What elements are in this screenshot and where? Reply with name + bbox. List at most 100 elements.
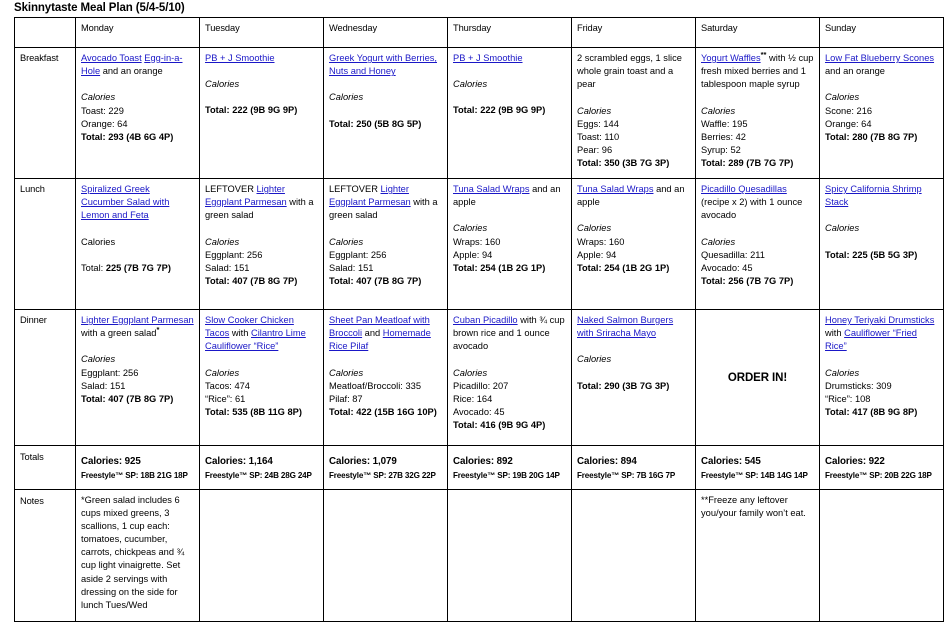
table-row-notes: Notes *Green salad includes 6 cups mixed… [14, 489, 944, 622]
calorie-total: Total: 290 (3B 7G 3P) [577, 380, 670, 391]
recipe-link[interactable]: Cuban Picadillo [453, 315, 518, 325]
cell-notes-thursday [447, 489, 572, 622]
calorie-item: Avocado: 45 [701, 263, 753, 274]
calorie-item: Meatloaf/Broccoli: 335 [329, 380, 421, 391]
total-smartpoints: Freestyle™ SP: 27B 32G 22P [329, 471, 436, 481]
cell-breakfast-thursday: PB + J Smoothie Calories Total: 222 (9B … [447, 47, 572, 179]
cell-totals-friday: Calories: 894 Freestyle™ SP: 7B 16G 7P [571, 445, 696, 490]
calorie-total: Total: 254 (1B 2G 1P) [577, 263, 670, 274]
recipe-link[interactable]: Lighter Eggplant Parmesan [81, 315, 194, 325]
calorie-total: Total: 222 (9B 9G 9P) [205, 105, 298, 116]
cell-notes-tuesday [199, 489, 324, 622]
recipe-link[interactable]: Spiralized Greek Cucumber Salad with Lem… [81, 184, 169, 220]
cell-text: with a green salad [81, 328, 157, 339]
calories-header: Calories [453, 367, 488, 378]
cell-breakfast-wednesday: Greek Yogurt with Berries, Nuts and Hone… [323, 47, 448, 179]
cell-totals-wednesday: Calories: 1,079 Freestyle™ SP: 27B 32G 2… [323, 445, 448, 490]
table-row-totals: Totals Calories: 925 Freestyle™ SP: 18B … [14, 445, 944, 490]
calorie-item: Pear: 96 [577, 145, 613, 156]
recipe-link[interactable]: Picadillo Quesadillas [701, 184, 787, 194]
recipe-link[interactable]: Avocado Toast [81, 53, 142, 63]
cell-dinner-saturday: ORDER IN! [695, 309, 820, 446]
calorie-total: Total: 222 (9B 9G 9P) [453, 105, 546, 116]
recipe-link[interactable]: Yogurt Waffles [701, 53, 761, 63]
row-label-breakfast: Breakfast [14, 47, 76, 179]
calorie-item: Wraps: 160 [453, 236, 501, 247]
calorie-item: Waffle: 195 [701, 118, 748, 129]
cell-dinner-tuesday: Slow Cooker Chicken Tacos with Cilantro … [199, 309, 324, 446]
column-header-monday: Monday [75, 17, 200, 48]
column-header-thursday: Thursday [447, 17, 572, 48]
calorie-item: Salad: 151 [205, 263, 250, 274]
cell-totals-sunday: Calories: 922 Freestyle™ SP: 20B 22G 18P [819, 445, 944, 490]
calories-header: Calories [701, 105, 736, 116]
footnote-marker: * [156, 325, 160, 335]
recipe-link[interactable]: PB + J Smoothie [205, 53, 275, 63]
calorie-item: Pilaf: 87 [329, 394, 363, 405]
row-label-totals: Totals [14, 445, 76, 490]
total-smartpoints: Freestyle™ SP: 19B 20G 14P [453, 471, 560, 481]
calorie-total: Total: 417 (8B 9G 8P) [825, 407, 918, 418]
calorie-item: Picadillo: 207 [453, 380, 509, 391]
cell-text: with [229, 328, 251, 339]
page-title: Skinnytaste Meal Plan (5/4-5/10) [14, 2, 185, 14]
calorie-item: Eggplant: 256 [329, 249, 387, 260]
cell-lunch-thursday: Tuna Salad Wraps and an apple Calories W… [447, 178, 572, 310]
total-smartpoints: Freestyle™ SP: 20B 22G 18P [825, 471, 932, 481]
recipe-link[interactable]: PB + J Smoothie [453, 53, 523, 63]
recipe-link[interactable]: Honey Teriyaki Drumsticks [825, 315, 934, 325]
cell-totals-tuesday: Calories: 1,164 Freestyle™ SP: 24B 28G 2… [199, 445, 324, 490]
row-label-dinner: Dinner [14, 309, 76, 446]
recipe-link[interactable]: Naked Salmon Burgers with Sriracha Mayo [577, 315, 673, 338]
calorie-item: Apple: 94 [453, 249, 493, 260]
cell-text: LEFTOVER [205, 184, 257, 194]
calorie-item: Orange: 64 [81, 118, 128, 129]
calorie-item: Berries: 42 [701, 132, 746, 143]
calorie-item: Scone: 216 [825, 105, 873, 116]
calories-header: Calories [825, 367, 860, 378]
calorie-item: Toast: 229 [81, 105, 124, 116]
cell-notes-saturday: **Freeze any leftover you/your family wo… [695, 489, 820, 622]
total-value: 225 (7B 7G 7P) [105, 262, 171, 273]
calories-header: Calories [205, 236, 240, 247]
recipe-link[interactable]: Spicy California Shrimp Stack [825, 184, 922, 207]
calorie-total: Total: 535 (8B 11G 8P) [205, 407, 302, 418]
total-calories: Calories: 894 [577, 456, 637, 467]
total-smartpoints: Freestyle™ SP: 14B 14G 14P [701, 471, 808, 481]
cell-breakfast-friday: 2 scrambled eggs, 1 slice whole grain to… [571, 47, 696, 179]
calories-header: Calories [453, 223, 488, 234]
cell-notes-friday [571, 489, 696, 622]
calories-header: Calories [825, 92, 860, 103]
note-text: *Green salad includes 6 cups mixed green… [81, 495, 185, 610]
column-header-wednesday: Wednesday [323, 17, 448, 48]
total-calories: Calories: 925 [81, 456, 141, 467]
calorie-item: “Rice”: 61 [205, 394, 246, 405]
recipe-link[interactable]: Greek Yogurt with Berries, Nuts and Hone… [329, 53, 437, 76]
cell-notes-sunday [819, 489, 944, 622]
calorie-item: Toast: 110 [577, 132, 620, 143]
calorie-item: Quesadilla: 211 [701, 249, 765, 260]
meal-plan-table: Monday Tuesday Wednesday Thursday Friday… [14, 17, 944, 622]
calorie-item: Apple: 94 [577, 249, 617, 260]
calorie-total: Total: 416 (9B 9G 4P) [453, 420, 546, 431]
recipe-link[interactable]: Tuna Salad Wraps [577, 184, 653, 194]
recipe-link[interactable]: Low Fat Blueberry Scones [825, 53, 934, 63]
calorie-total: Total: 293 (4B 6G 4P) [81, 132, 174, 143]
table-header-row: Monday Tuesday Wednesday Thursday Friday… [14, 17, 944, 48]
calorie-total: Total: 289 (7B 7G 7P) [701, 158, 794, 169]
recipe-link[interactable]: Tuna Salad Wraps [453, 184, 529, 194]
calories-header: Calories [577, 354, 612, 365]
calories-header: Calories [453, 79, 488, 90]
